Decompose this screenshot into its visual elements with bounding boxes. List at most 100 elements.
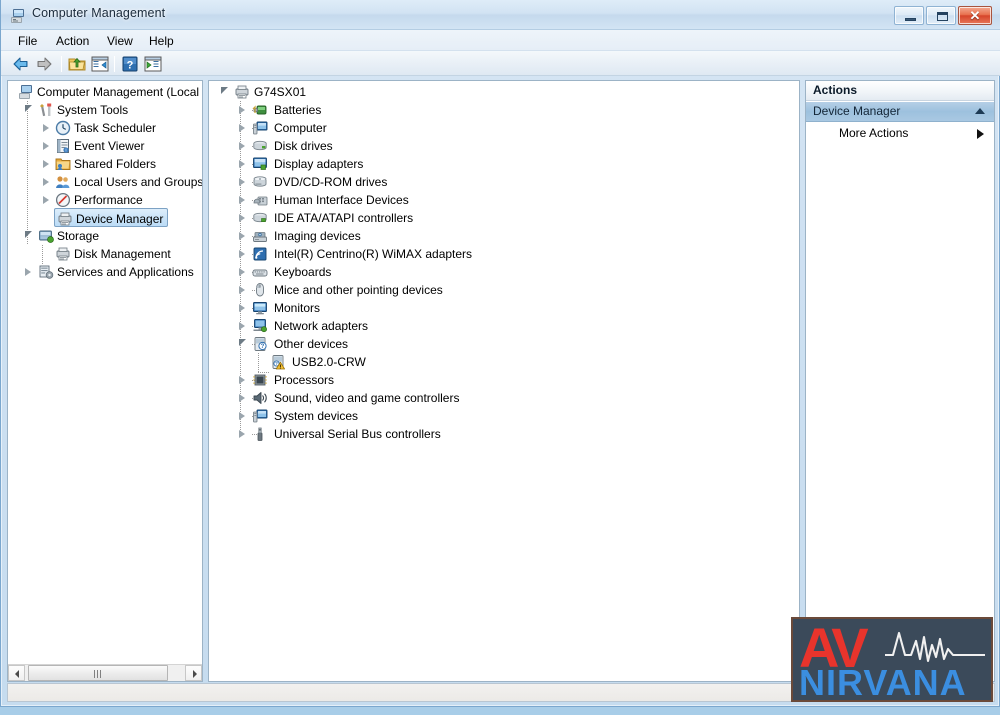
expander-closed-icon[interactable] xyxy=(239,286,245,294)
tree-label: Performance xyxy=(74,193,143,207)
back-button[interactable] xyxy=(11,54,33,74)
expander-closed-icon[interactable] xyxy=(239,124,245,132)
device-category-human-interface-devices[interactable]: Human Interface Devices xyxy=(221,191,781,209)
device-label: Keyboards xyxy=(274,265,332,279)
device-category-system-devices[interactable]: System devices xyxy=(221,407,781,425)
tree-item-computer-management[interactable]: Computer Management (Local xyxy=(12,83,199,101)
console-tree-horizontal-scrollbar[interactable] xyxy=(8,664,202,681)
expander-closed-icon[interactable] xyxy=(239,232,245,240)
device-category-ide-ata-atapi-controllers[interactable]: IDE ATA/ATAPI controllers xyxy=(221,209,781,227)
tree-item-local-users-and-groups[interactable]: Local Users and Groups xyxy=(12,173,202,191)
tree-item-event-viewer[interactable]: i Event Viewer xyxy=(12,137,198,155)
device-category-keyboards[interactable]: Keyboards xyxy=(221,263,781,281)
show-hide-console-tree-button[interactable] xyxy=(90,54,112,74)
expander-closed-icon[interactable] xyxy=(43,160,49,168)
expander-open-icon[interactable] xyxy=(239,339,246,346)
expander-closed-icon[interactable] xyxy=(239,376,245,384)
forward-button[interactable] xyxy=(34,54,56,74)
expander-closed-icon[interactable] xyxy=(239,412,245,420)
tree-item-services-and-applications[interactable]: Services and Applications xyxy=(12,263,198,281)
expander-closed-icon[interactable] xyxy=(239,142,245,150)
device-category-monitors[interactable]: Monitors xyxy=(221,299,781,317)
device-category-processors[interactable]: Processors xyxy=(221,371,781,389)
tree-label: Disk Management xyxy=(74,247,171,261)
menu-help[interactable]: Help xyxy=(142,33,181,49)
tree-label: Task Scheduler xyxy=(74,121,157,135)
expander-closed-icon[interactable] xyxy=(239,196,245,204)
computer-management-window: Computer Management ✕ File Action View H… xyxy=(0,0,1000,707)
expander-open-icon[interactable] xyxy=(25,105,32,112)
close-icon: ✕ xyxy=(969,8,981,23)
expander-closed-icon[interactable] xyxy=(239,250,245,258)
maximize-icon xyxy=(937,12,948,21)
device-category-other-devices[interactable]: ? Other devices xyxy=(221,335,781,353)
scroll-thumb[interactable] xyxy=(28,665,168,681)
scroll-right-button[interactable] xyxy=(185,665,202,681)
device-category-network-adapters[interactable]: Network adapters xyxy=(221,317,781,335)
expander-closed-icon[interactable] xyxy=(239,178,245,186)
expander-open-icon[interactable] xyxy=(221,87,228,94)
expander-closed-icon[interactable] xyxy=(239,214,245,222)
menu-view[interactable]: View xyxy=(100,33,140,49)
maximize-button[interactable] xyxy=(926,6,956,25)
tree-item-task-scheduler[interactable]: Task Scheduler xyxy=(12,119,198,137)
show-hide-action-pane-button[interactable] xyxy=(143,54,165,74)
help-button[interactable]: ? xyxy=(120,54,142,74)
device-category-display-adapters[interactable]: Display adapters xyxy=(221,155,781,173)
expander-closed-icon[interactable] xyxy=(43,124,49,132)
tree-item-shared-folders[interactable]: Shared Folders xyxy=(12,155,198,173)
device-label: Computer xyxy=(274,121,327,135)
expander-closed-icon[interactable] xyxy=(43,196,49,204)
scroll-left-button[interactable] xyxy=(8,665,25,681)
expander-closed-icon[interactable] xyxy=(25,268,31,276)
scroll-right-icon xyxy=(193,670,197,678)
action-pane-icon xyxy=(144,56,162,72)
tree-item-storage[interactable]: Storage xyxy=(12,227,198,245)
clock-icon xyxy=(55,120,71,136)
tree-item-disk-management[interactable]: Disk Management xyxy=(12,245,198,263)
device-category-imaging-devices[interactable]: Imaging devices xyxy=(221,227,781,245)
menu-action[interactable]: Action xyxy=(49,33,96,49)
device-item-usb2-crw[interactable]: ? USB2.0-CRW xyxy=(221,353,781,371)
usb-controller-icon xyxy=(257,427,263,441)
chevron-up-icon[interactable] xyxy=(975,108,985,114)
device-category-usb-controllers[interactable]: Universal Serial Bus controllers xyxy=(221,425,781,443)
device-category-dvd-cdrom-drives[interactable]: DVD/CD-ROM drives xyxy=(221,173,781,191)
expander-closed-icon[interactable] xyxy=(239,160,245,168)
minimize-button[interactable] xyxy=(894,6,924,25)
up-one-level-button[interactable] xyxy=(67,54,89,74)
expander-closed-icon[interactable] xyxy=(43,178,49,186)
performance-icon xyxy=(55,192,71,208)
actions-group-device-manager[interactable]: Device Manager xyxy=(806,102,994,122)
expander-closed-icon[interactable] xyxy=(43,142,49,150)
menu-file[interactable]: File xyxy=(11,33,44,49)
device-label: Processors xyxy=(274,373,335,387)
tree-item-device-manager[interactable]: Device Manager xyxy=(54,208,168,227)
expander-open-icon[interactable] xyxy=(25,231,32,238)
tree-item-performance[interactable]: Performance xyxy=(12,191,198,209)
toolbar: ? xyxy=(1,51,1000,76)
device-category-wimax-adapters[interactable]: Intel(R) Centrino(R) WiMAX adapters xyxy=(221,245,781,263)
expander-closed-icon[interactable] xyxy=(239,304,245,312)
device-category-computer[interactable]: Computer xyxy=(221,119,781,137)
console-tree[interactable]: Computer Management (Local System Tools xyxy=(8,81,202,662)
expander-closed-icon[interactable] xyxy=(239,268,245,276)
device-category-batteries[interactable]: Batteries xyxy=(221,101,781,119)
device-manager-panel: G74SX01 Batteries Computer Disk drives D… xyxy=(208,80,800,682)
expander-closed-icon[interactable] xyxy=(239,106,245,114)
device-category-disk-drives[interactable]: Disk drives xyxy=(221,137,781,155)
expander-closed-icon[interactable] xyxy=(239,394,245,402)
device-category-sound-video-game-controllers[interactable]: Sound, video and game controllers xyxy=(221,389,781,407)
tools-icon xyxy=(40,103,52,117)
device-node-root[interactable]: G74SX01 xyxy=(221,83,781,101)
more-actions-menu-item[interactable]: More Actions xyxy=(806,124,994,144)
back-arrow-icon xyxy=(13,57,28,71)
folder-up-icon xyxy=(68,57,86,71)
expander-closed-icon[interactable] xyxy=(239,322,245,330)
device-tree[interactable]: G74SX01 Batteries Computer Disk drives D… xyxy=(209,81,799,681)
close-button[interactable]: ✕ xyxy=(958,6,992,25)
device-label: Universal Serial Bus controllers xyxy=(274,427,441,441)
device-category-mice-and-pointing-devices[interactable]: Mice and other pointing devices xyxy=(221,281,781,299)
tree-item-system-tools[interactable]: System Tools xyxy=(12,101,198,119)
expander-closed-icon[interactable] xyxy=(239,430,245,438)
